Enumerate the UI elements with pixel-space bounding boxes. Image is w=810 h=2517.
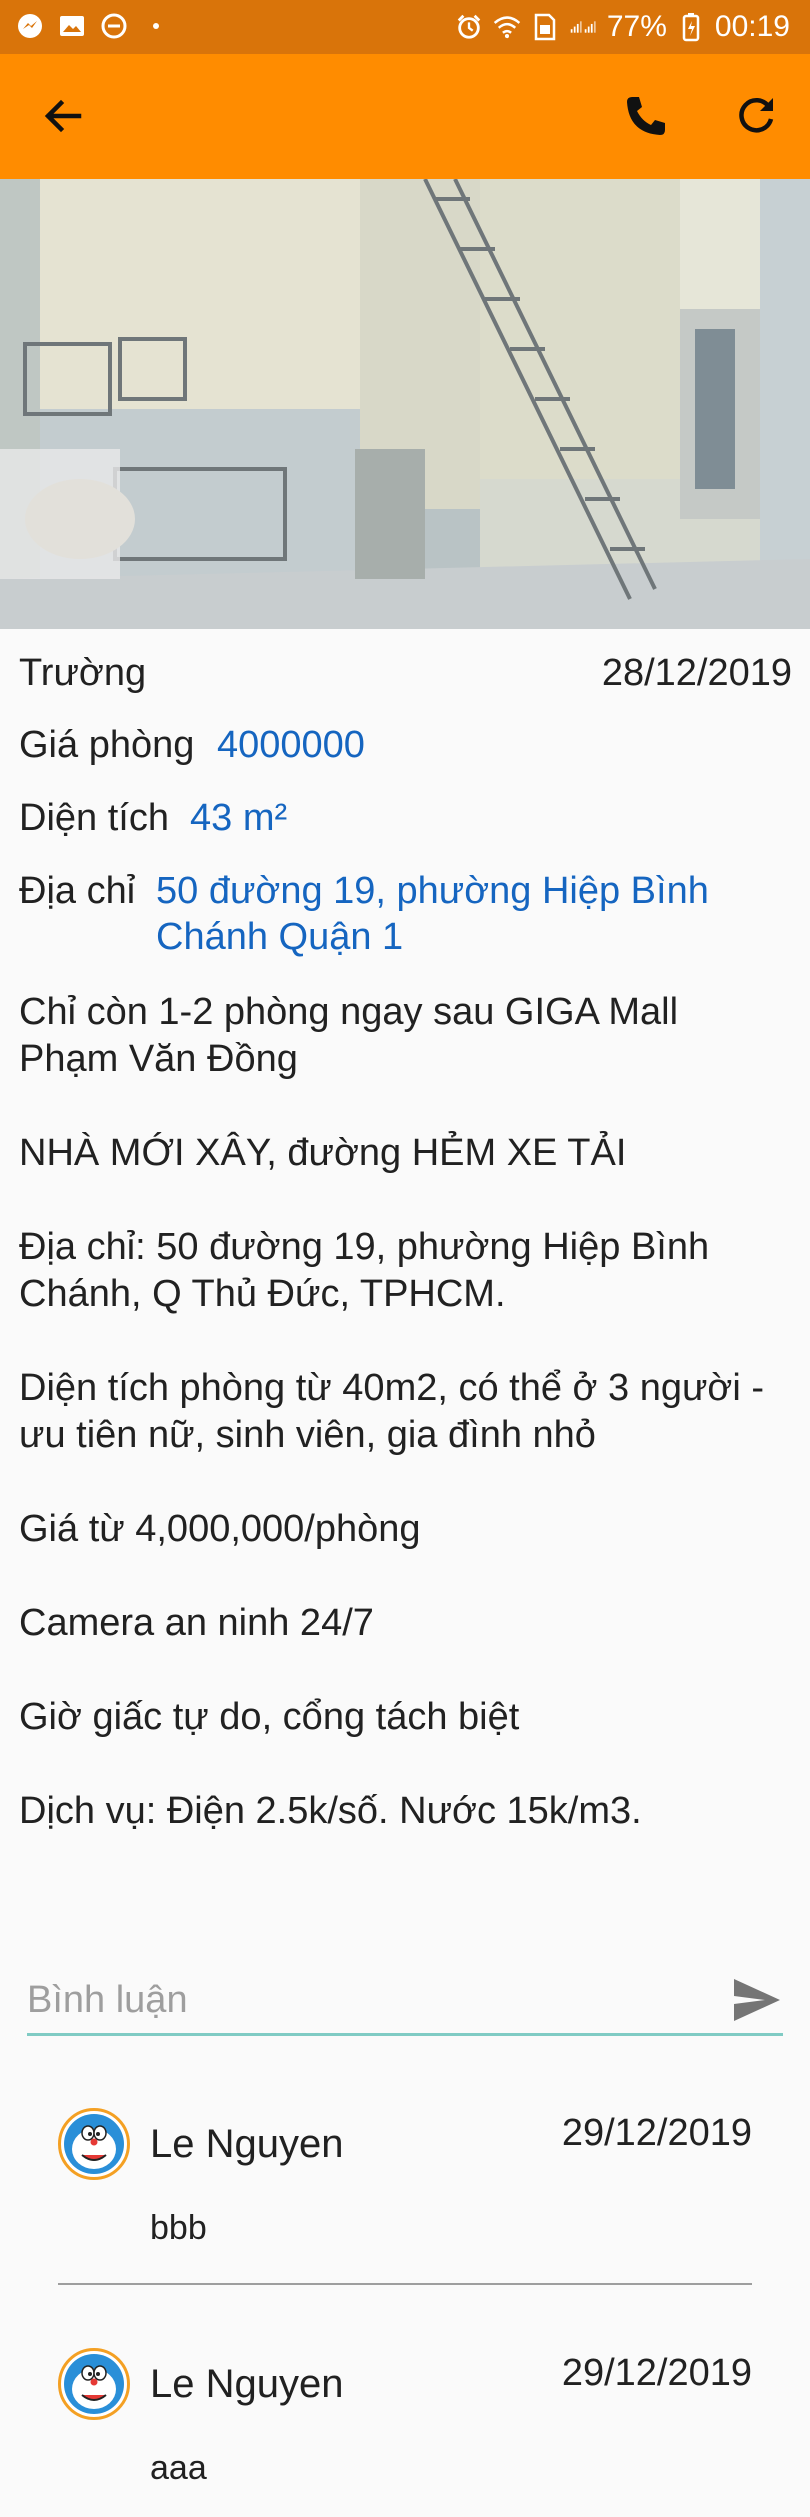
description-line: Địa chỉ: 50 đường 19, phường Hiệp Bình bbox=[19, 1226, 710, 1268]
description-line: Giờ giấc tự do, cổng tách biệt bbox=[19, 1696, 520, 1738]
clock: 00:19 bbox=[714, 10, 790, 43]
battery-icon bbox=[677, 13, 705, 42]
send-icon bbox=[734, 1979, 780, 2021]
refresh-button[interactable] bbox=[726, 86, 786, 146]
price-label: Giá phòng bbox=[19, 724, 195, 766]
alarm-icon bbox=[455, 13, 483, 41]
owner-name: Trường bbox=[19, 652, 147, 694]
description-line: Diện tích phòng từ 40m2, có thể ở 3 ngườ… bbox=[19, 1367, 764, 1409]
comment-author: Le Nguyen bbox=[150, 2122, 344, 2166]
phone-icon bbox=[627, 97, 665, 135]
dot-icon bbox=[142, 12, 170, 40]
description-line: Phạm Văn Đồng bbox=[19, 1038, 298, 1080]
wifi-icon bbox=[493, 13, 521, 41]
comment-text: bbb bbox=[150, 2209, 207, 2247]
gallery-icon bbox=[58, 12, 86, 40]
room-photo bbox=[0, 179, 810, 629]
doraemon-avatar-icon bbox=[64, 2354, 124, 2414]
description-line: Chỉ còn 1-2 phòng ngay sau GIGA Mall bbox=[19, 991, 679, 1033]
comment-author: Le Nguyen bbox=[150, 2362, 344, 2406]
avatar bbox=[58, 2108, 130, 2180]
address-label: Địa chỉ bbox=[19, 870, 136, 912]
dnd-icon bbox=[100, 12, 128, 40]
refresh-icon bbox=[739, 98, 774, 133]
comment-item: Le Nguyen 29/12/2019 bbb bbox=[58, 2108, 752, 2247]
area-label: Diện tích bbox=[19, 797, 169, 839]
status-bar: 77% 00:19 bbox=[0, 0, 810, 54]
send-button[interactable] bbox=[731, 1976, 783, 2024]
comment-date: 29/12/2019 bbox=[561, 2352, 752, 2394]
messenger-icon bbox=[16, 12, 44, 40]
back-arrow-icon bbox=[44, 99, 82, 133]
battery-percent: 77% bbox=[606, 10, 667, 43]
description-line: Dịch vụ: Điện 2.5k/số. Nước 15k/m3. bbox=[19, 1790, 642, 1832]
address-value-line2: Chánh Quận 1 bbox=[156, 916, 404, 958]
comment-date: 29/12/2019 bbox=[561, 2112, 752, 2154]
comment-text: aaa bbox=[150, 2449, 207, 2487]
description-line: Giá từ 4,000,000/phòng bbox=[19, 1508, 421, 1550]
back-button[interactable] bbox=[33, 86, 93, 146]
description-line: ưu tiên nữ, sinh viên, gia đình nhỏ bbox=[19, 1414, 596, 1456]
post-date: 28/12/2019 bbox=[601, 652, 792, 694]
address-value-line1: 50 đường 19, phường Hiệp Bình bbox=[156, 870, 709, 912]
description-line: NHÀ MỚI XÂY, đường HẺM XE TẢI bbox=[19, 1132, 627, 1174]
comment-divider bbox=[58, 2283, 752, 2285]
sim-icon bbox=[531, 13, 559, 41]
app-bar bbox=[0, 54, 810, 179]
comment-input[interactable] bbox=[27, 1972, 707, 2028]
avatar bbox=[58, 2348, 130, 2420]
call-button[interactable] bbox=[616, 86, 676, 146]
area-value: 43 m² bbox=[190, 797, 288, 839]
description-line: Chánh, Q Thủ Đức, TPHCM. bbox=[19, 1273, 506, 1315]
price-value: 4000000 bbox=[217, 724, 365, 766]
description-line: Camera an ninh 24/7 bbox=[19, 1602, 374, 1644]
comment-input-box bbox=[27, 1964, 783, 2036]
doraemon-avatar-icon bbox=[64, 2114, 124, 2174]
comment-item: Le Nguyen 29/12/2019 aaa bbox=[58, 2348, 752, 2487]
signal-icon bbox=[569, 13, 597, 41]
